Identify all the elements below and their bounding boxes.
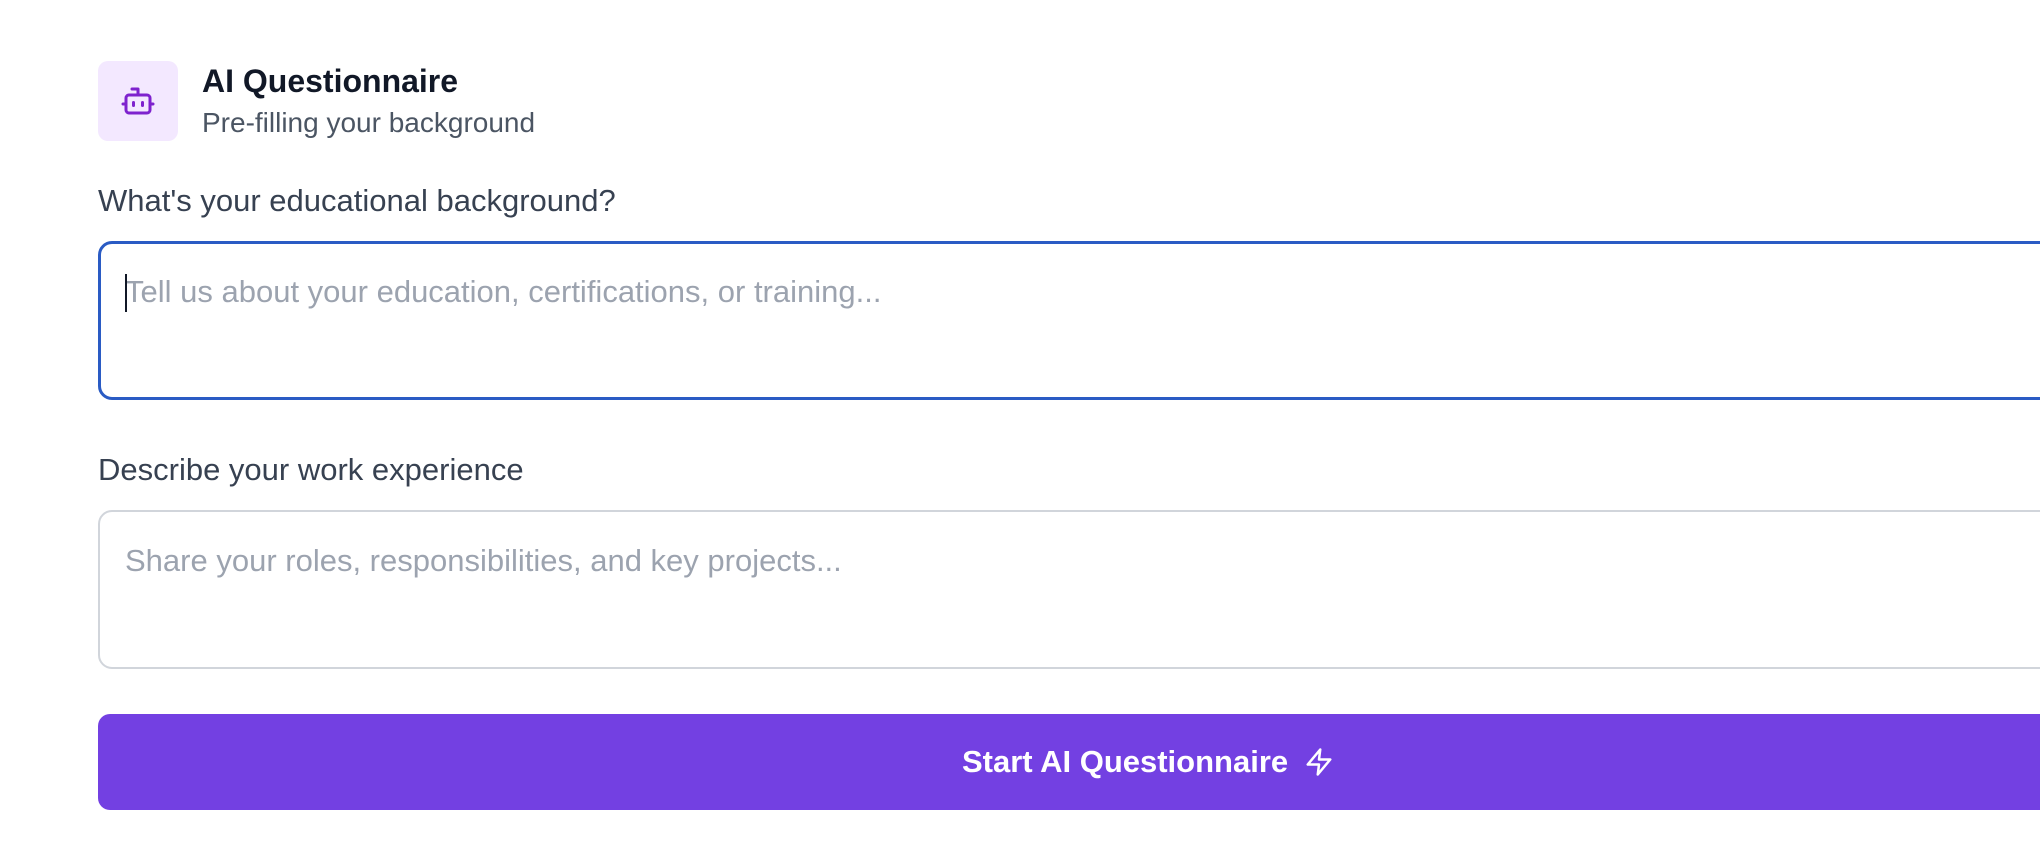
work-experience-textarea[interactable] bbox=[100, 512, 2040, 667]
work-experience-label: Describe your work experience bbox=[98, 452, 524, 487]
lightning-icon bbox=[1306, 748, 1332, 776]
work-experience-field[interactable] bbox=[98, 510, 2040, 669]
panel-title: AI Questionnaire bbox=[202, 63, 459, 99]
start-button-content: Start AI Questionnaire bbox=[962, 714, 1334, 810]
questionnaire-header: AI Questionnaire Pre-filling your backgr… bbox=[98, 61, 535, 141]
education-label: What's your educational background? bbox=[98, 183, 616, 218]
ai-questionnaire-panel: AI Questionnaire Pre-filling your backgr… bbox=[0, 0, 2040, 860]
header-text: AI Questionnaire Pre-filling your backgr… bbox=[202, 61, 535, 141]
start-ai-questionnaire-button[interactable]: Start AI Questionnaire bbox=[98, 714, 2040, 810]
bot-icon-tile bbox=[98, 61, 178, 141]
start-button-label: Start AI Questionnaire bbox=[962, 744, 1289, 779]
education-field[interactable] bbox=[98, 241, 2040, 400]
text-caret bbox=[125, 274, 127, 312]
panel-subtitle: Pre-filling your background bbox=[202, 107, 536, 138]
education-textarea[interactable] bbox=[101, 244, 2040, 397]
bot-icon bbox=[121, 87, 155, 115]
